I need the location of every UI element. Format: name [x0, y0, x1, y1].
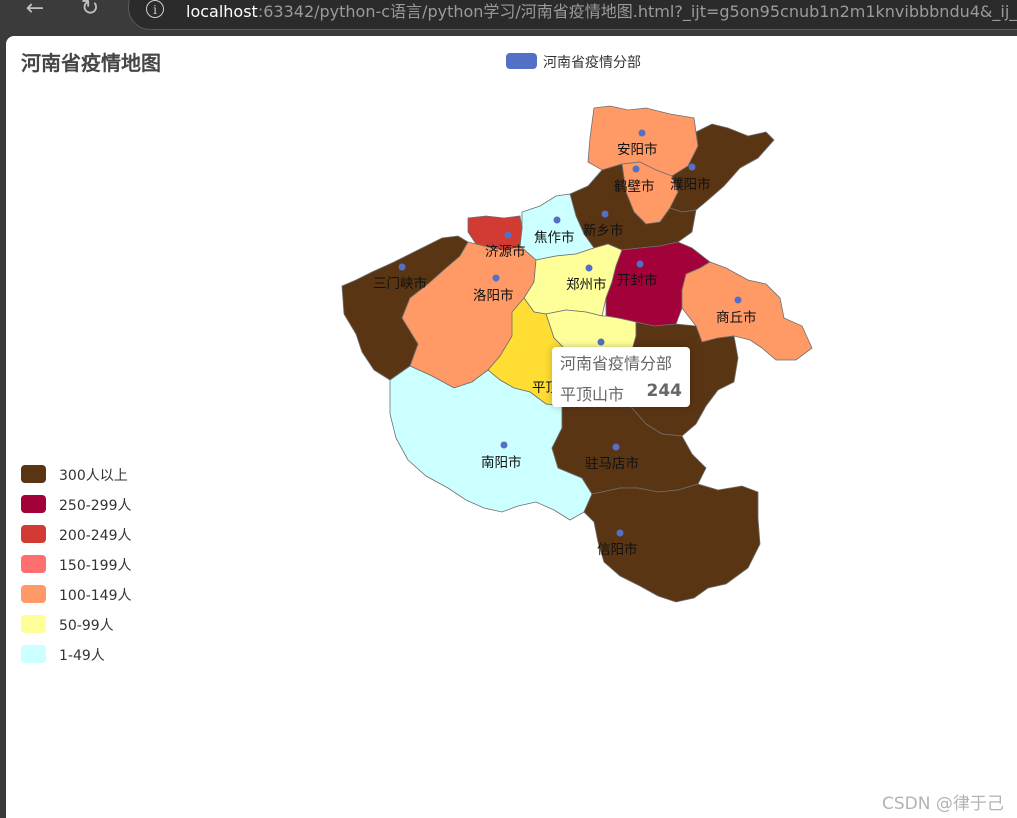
city-label-hebi: 鹤壁市 [614, 178, 655, 194]
city-label-xinyang: 信阳市 [597, 541, 638, 557]
city-dot-nanyang[interactable] [500, 441, 508, 449]
city-label-zhengzhou: 郑州市 [566, 276, 607, 292]
visual-map-swatch[interactable] [21, 645, 46, 663]
city-label-kaifeng: 开封市 [617, 272, 658, 288]
city-dot-xuchang[interactable] [597, 338, 605, 346]
city-label-nanyang: 南阳市 [481, 454, 522, 470]
city-label-jiaozuo: 焦作市 [534, 229, 575, 245]
reload-icon[interactable]: ↻ [77, 0, 103, 22]
city-label-shangqiu: 商丘市 [716, 309, 757, 325]
city-dot-xinyang[interactable] [616, 529, 624, 537]
city-dot-kaifeng[interactable] [636, 260, 644, 268]
visual-map-label[interactable]: 50-99人 [59, 615, 114, 635]
visual-map-label[interactable]: 150-199人 [59, 555, 132, 575]
city-dot-anyang[interactable] [638, 129, 646, 137]
site-info-icon[interactable]: i [146, 0, 164, 18]
tooltip-series: 河南省疫情分部 [560, 354, 673, 373]
url-text[interactable]: localhost:63342/python-c语言/python学习/河南省疫… [186, 0, 1017, 22]
city-dot-jiyuan[interactable] [504, 231, 512, 239]
city-dot-zhengzhou[interactable] [585, 264, 593, 272]
city-dot-luoyang[interactable] [492, 274, 500, 282]
henan-map: 安阳市 鹤壁市 濮阳市 新乡市 焦作市 济源市 三门峡市 洛阳市 郑州市 开封市… [341, 105, 813, 603]
visual-map-swatch[interactable] [21, 555, 46, 573]
visual-map-swatch[interactable] [21, 465, 46, 483]
city-dot-shangqiu[interactable] [734, 296, 742, 304]
city-dot-hebi[interactable] [632, 165, 640, 173]
visual-map-label[interactable]: 250-299人 [59, 495, 132, 515]
city-label-zhumadian: 驻马店市 [585, 455, 639, 471]
city-dot-puyang[interactable] [688, 163, 696, 171]
city-label-luoyang: 洛阳市 [473, 287, 514, 303]
city-label-anyang: 安阳市 [617, 141, 658, 157]
page-content: 河南省疫情地图 河南省疫情分部 安阳市 鹤壁市 濮阳市 新乡市 焦作市 济源市 … [6, 36, 1017, 818]
visual-map-swatch[interactable] [21, 495, 46, 513]
visual-map-swatch[interactable] [21, 585, 46, 603]
city-dot-jiaozuo[interactable] [553, 216, 561, 224]
watermark: CSDN @律于己 [882, 794, 1004, 814]
city-dot-xinxiang[interactable] [601, 210, 609, 218]
city-label-puyang: 濮阳市 [670, 176, 711, 192]
tooltip-city: 平顶山市 [560, 385, 625, 404]
tooltip-value: 244 [646, 381, 683, 401]
city-label-xinxiang: 新乡市 [583, 222, 624, 238]
city-dot-sanmenxia[interactable] [398, 263, 406, 271]
city-label-sanmenxia: 三门峡市 [373, 275, 427, 291]
city-label-jiyuan: 济源市 [485, 243, 526, 259]
visual-map-swatch[interactable] [21, 615, 46, 633]
visual-map-swatch[interactable] [21, 525, 46, 543]
browser-toolbar: ← ↻ i localhost:63342/python-c语言/python学… [0, 0, 1017, 36]
visual-map-label[interactable]: 200-249人 [59, 525, 132, 545]
visual-map-label[interactable]: 1-49人 [59, 645, 105, 665]
map-tooltip: 河南省疫情分部 平顶山市 244 [552, 347, 690, 407]
back-arrow-icon[interactable]: ← [22, 0, 48, 22]
visual-map-label[interactable]: 300人以上 [59, 465, 128, 485]
visual-map-label[interactable]: 100-149人 [59, 585, 132, 605]
city-dot-zhumadian[interactable] [612, 443, 620, 451]
